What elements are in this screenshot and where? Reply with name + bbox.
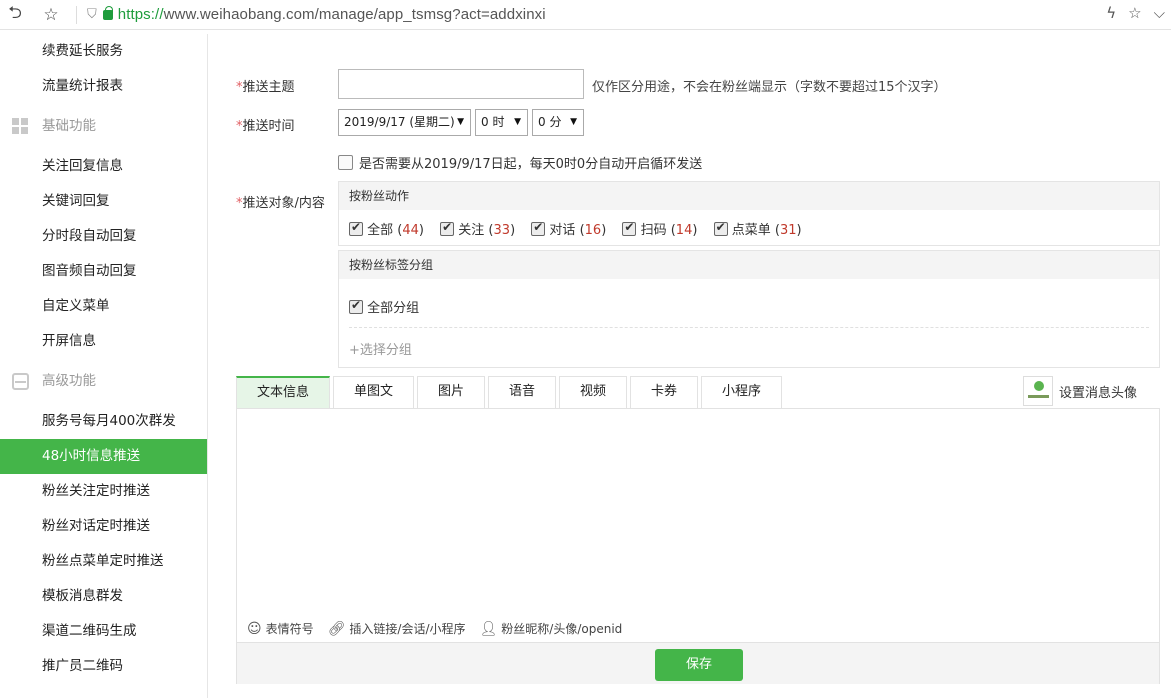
topic-input[interactable] (338, 69, 584, 99)
sidebar-item-template-broadcast[interactable]: 模板消息群发 (0, 579, 207, 614)
tab-mini-program[interactable]: 小程序 (701, 376, 782, 408)
sidebar-item-chat-scheduled[interactable]: 粉丝对话定时推送 (0, 509, 207, 544)
time-label: *推送时间 (236, 119, 295, 134)
checkbox[interactable] (531, 220, 546, 236)
message-type-tabs: 文本信息 单图文 图片 语音 视频 卡券 小程序 (236, 376, 785, 408)
sidebar-group-basic: 基础功能 (0, 104, 207, 149)
smiley-icon: ☺ (247, 620, 262, 637)
loop-send-checkbox[interactable] (338, 155, 353, 170)
sidebar-item-traffic-report[interactable]: 流量统计报表 (0, 69, 207, 104)
save-bar: 保存 (237, 642, 1159, 684)
link-icon: 🔗︎ (327, 620, 346, 637)
sidebar-item-splash[interactable]: 开屏信息 (0, 324, 207, 359)
all-group-checkbox[interactable] (349, 298, 363, 314)
user-icon: 👤︎ (479, 620, 498, 637)
save-button[interactable]: 保存 (655, 649, 743, 681)
fan-tag-box: 按粉丝标签分组 全部分组 +选择分组 (338, 250, 1160, 368)
url-field[interactable]: https://www.weihaobang.com/manage/app_ts… (118, 6, 546, 23)
minute-select[interactable]: 0 分 ▼ (532, 109, 584, 136)
bookmark-star-icon[interactable]: ☆ (40, 4, 62, 26)
tab-single-article[interactable]: 单图文 (333, 376, 414, 408)
emoji-button[interactable]: ☺ 表情符号 (247, 620, 314, 637)
lock-icon (102, 5, 113, 20)
sidebar-item-channel-qrcode[interactable]: 渠道二维码生成 (0, 614, 207, 649)
sidebar-group-advanced: 高级功能 (0, 359, 207, 404)
sidebar-item-renew[interactable]: 续费延长服务 (0, 34, 207, 69)
browser-address-bar: ⮌ ☆ ⛉ https://www.weihaobang.com/manage/… (0, 0, 1171, 30)
sidebar-item-follow-scheduled[interactable]: 粉丝关注定时推送 (0, 474, 207, 509)
editor-toolbar: ☺ 表情符号 🔗︎ 插入链接/会话/小程序 👤︎ 粉丝昵称/头像/openid (247, 620, 622, 637)
sidebar-item-48h-push[interactable]: 48小时信息推送 (0, 439, 207, 474)
grid-icon (12, 118, 29, 135)
divider (76, 5, 77, 24)
sidebar-item-timed-reply[interactable]: 分时段自动回复 (0, 219, 207, 254)
topic-label: *推送主题 (236, 80, 295, 95)
action-menu-click[interactable]: 点菜单 (31) (713, 219, 802, 238)
back-icon[interactable]: ⮌ (4, 3, 26, 26)
sidebar-item-promoter-qrcode[interactable]: 推广员二维码 (0, 649, 207, 684)
main-content: *推送主题 仅作区分用途，不会在粉丝端显示（字数不要超过15个汉字） *推送时间… (208, 34, 1171, 698)
tab-voice[interactable]: 语音 (488, 376, 556, 408)
checkbox[interactable] (713, 220, 728, 236)
sidebar-item-custom-menu[interactable]: 自定义菜单 (0, 289, 207, 324)
action-all[interactable]: 全部 (44) (349, 219, 424, 238)
checkbox[interactable] (622, 220, 637, 236)
shield-icon[interactable]: ⛉ (87, 7, 97, 22)
fan-action-header: 按粉丝动作 (339, 182, 1159, 210)
lightning-icon[interactable]: ϟ (1106, 4, 1116, 22)
dropdown-arrow-icon: ▼ (570, 117, 577, 127)
sidebar-item-menu-scheduled[interactable]: 粉丝点菜单定时推送 (0, 544, 207, 579)
action-chat[interactable]: 对话 (16) (531, 219, 606, 238)
insert-link-button[interactable]: 🔗︎ 插入链接/会话/小程序 (328, 620, 466, 637)
chevron-down-icon[interactable]: ⌵ (1154, 4, 1165, 22)
select-group-link[interactable]: +选择分组 (349, 339, 412, 358)
sidebar-item-follow-reply[interactable]: 关注回复信息 (0, 149, 207, 184)
divider (349, 327, 1149, 328)
all-group-option[interactable]: 全部分组 (349, 297, 419, 316)
favorite-star-icon[interactable]: ☆ (1128, 4, 1141, 22)
fan-tag-header: 按粉丝标签分组 (339, 251, 1159, 279)
fan-action-list: 全部 (44) 关注 (33) 对话 (16) 扫码 (14) 点菜单 (31) (349, 219, 814, 238)
sidebar: 续费延长服务 流量统计报表 基础功能 关注回复信息 关键词回复 分时段自动回复 … (0, 34, 208, 698)
topic-hint: 仅作区分用途，不会在粉丝端显示（字数不要超过15个汉字） (592, 80, 947, 95)
checkbox[interactable] (349, 220, 363, 236)
sidebar-item-keyword-reply[interactable]: 关键词回复 (0, 184, 207, 219)
loop-send-row: 是否需要从2019/9/17日起，每天0时0分自动开启循环发送 (338, 153, 702, 172)
tab-text[interactable]: 文本信息 (236, 376, 330, 408)
insert-fan-info-button[interactable]: 👤︎ 粉丝昵称/头像/openid (480, 620, 623, 637)
action-follow[interactable]: 关注 (33) (440, 219, 515, 238)
date-select[interactable]: 2019/9/17 (星期二) ▼ (338, 109, 471, 136)
set-avatar-button[interactable]: 设置消息头像 (1023, 376, 1137, 406)
inbox-icon (12, 373, 29, 390)
sidebar-item-monthly-broadcast[interactable]: 服务号每月400次群发 (0, 404, 207, 439)
target-label: *推送对象/内容 (236, 196, 325, 211)
tab-image[interactable]: 图片 (417, 376, 485, 408)
fan-action-box: 按粉丝动作 全部 (44) 关注 (33) 对话 (16) 扫码 (14) 点菜… (338, 181, 1160, 246)
tab-video[interactable]: 视频 (559, 376, 627, 408)
checkbox[interactable] (440, 220, 455, 236)
dropdown-arrow-icon: ▼ (514, 117, 521, 127)
avatar (1023, 376, 1053, 406)
hour-select[interactable]: 0 时 ▼ (475, 109, 528, 136)
tab-coupon[interactable]: 卡券 (630, 376, 698, 408)
sidebar-item-media-reply[interactable]: 图音频自动回复 (0, 254, 207, 289)
dropdown-arrow-icon: ▼ (457, 117, 464, 127)
message-editor[interactable]: ☺ 表情符号 🔗︎ 插入链接/会话/小程序 👤︎ 粉丝昵称/头像/openid 保存 (236, 408, 1160, 684)
action-scan[interactable]: 扫码 (14) (622, 219, 697, 238)
